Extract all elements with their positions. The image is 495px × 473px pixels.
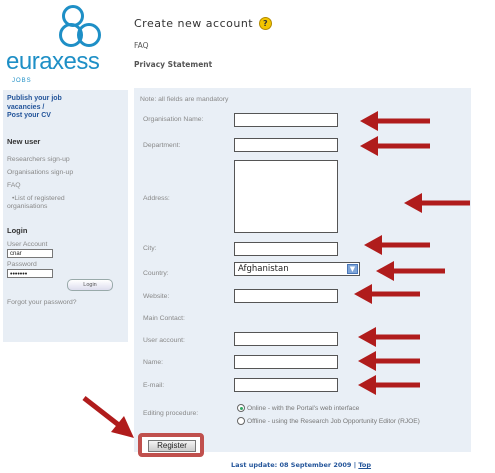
arrow-register-icon [82, 396, 134, 438]
arrow-country-icon [376, 261, 445, 281]
arrow-address-icon [404, 193, 470, 213]
arrow-email-icon [358, 375, 420, 395]
arrow-name-icon [358, 351, 420, 371]
arrow-website-icon [354, 284, 420, 304]
arrow-city-icon [364, 235, 430, 255]
annotation-arrows [82, 111, 470, 438]
arrow-user-account-icon [358, 327, 420, 347]
arrow-department-icon [360, 136, 430, 156]
arrow-organisation-icon [360, 111, 430, 131]
